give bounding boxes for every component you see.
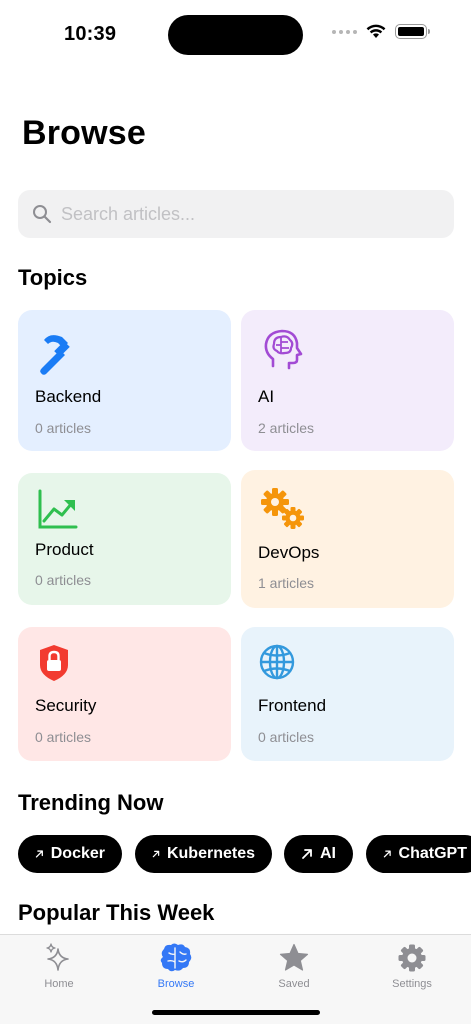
status-time: 10:39 [64,23,117,45]
trending-chip-chatgpt[interactable]: ChatGPT [366,835,471,873]
trending-chip-kubernetes[interactable]: Kubernetes [135,835,272,873]
tab-label: Browse [157,978,195,990]
gear-icon [398,944,426,972]
topic-card-devops[interactable]: DevOps 1 articles [241,470,454,608]
topic-count: 0 articles [35,420,92,436]
chart-line-uptrend-icon [38,489,78,529]
cellular-signal-icon [332,29,357,34]
topic-name: Security [35,696,97,715]
search-input[interactable] [61,203,421,225]
topic-card-backend[interactable]: Backend 0 articles [18,310,231,451]
lock-shield-icon [40,645,68,681]
tab-label: Saved [278,978,310,990]
gears-icon [261,488,304,529]
brain-icon [160,943,192,972]
topic-count: 2 articles [258,420,315,436]
brain-head-icon [264,329,303,370]
status-icons [332,24,430,39]
topic-card-product[interactable]: Product 0 articles [18,473,231,605]
chip-label: Docker [50,845,105,862]
arrow-up-right-icon [35,850,43,858]
trending-chips: Docker Kubernetes AI ChatGPT [18,835,471,873]
topic-name: Product [35,540,94,559]
sparkles-icon [46,943,69,971]
tab-browse[interactable]: Browse [117,941,235,990]
topic-name: Frontend [258,696,327,715]
chip-label: Kubernetes [166,845,255,862]
arrow-up-right-icon [152,850,160,858]
popular-heading: Popular This Week [18,900,215,925]
topic-count: 0 articles [258,729,315,745]
tab-settings[interactable]: Settings [353,941,471,990]
page-title: Browse [22,114,147,152]
trending-heading: Trending Now [18,790,164,815]
tab-label: Home [44,978,74,990]
status-bar: 10:39 [0,0,471,70]
star-icon [279,943,309,971]
globe-icon [259,644,295,680]
search-icon [33,205,52,224]
chip-label: ChatGPT [398,845,467,862]
topic-name: AI [258,387,275,406]
tab-home[interactable]: Home [0,941,118,990]
search-bar[interactable] [18,190,454,238]
topic-card-ai[interactable]: AI 2 articles [241,310,454,451]
topic-count: 0 articles [35,729,92,745]
trending-chip-ai[interactable]: AI [284,835,353,873]
chip-label: AI [320,845,336,862]
hammer-icon [40,335,70,375]
battery-icon [395,24,430,39]
arrow-up-right-icon [383,850,391,858]
topic-name: Backend [35,387,102,406]
arrow-up-right-icon [302,849,312,859]
topic-count: 0 articles [35,572,92,588]
topics-heading: Topics [18,265,88,290]
wifi-icon [366,24,386,38]
home-indicator [152,1010,320,1015]
dynamic-island [168,15,303,55]
tab-saved[interactable]: Saved [235,941,353,990]
topic-name: DevOps [258,543,320,562]
trending-chip-docker[interactable]: Docker [18,835,122,873]
tab-label: Settings [392,978,432,990]
topic-card-security[interactable]: Security 0 articles [18,627,231,761]
topic-card-frontend[interactable]: Frontend 0 articles [241,627,454,761]
topic-count: 1 articles [258,575,315,591]
